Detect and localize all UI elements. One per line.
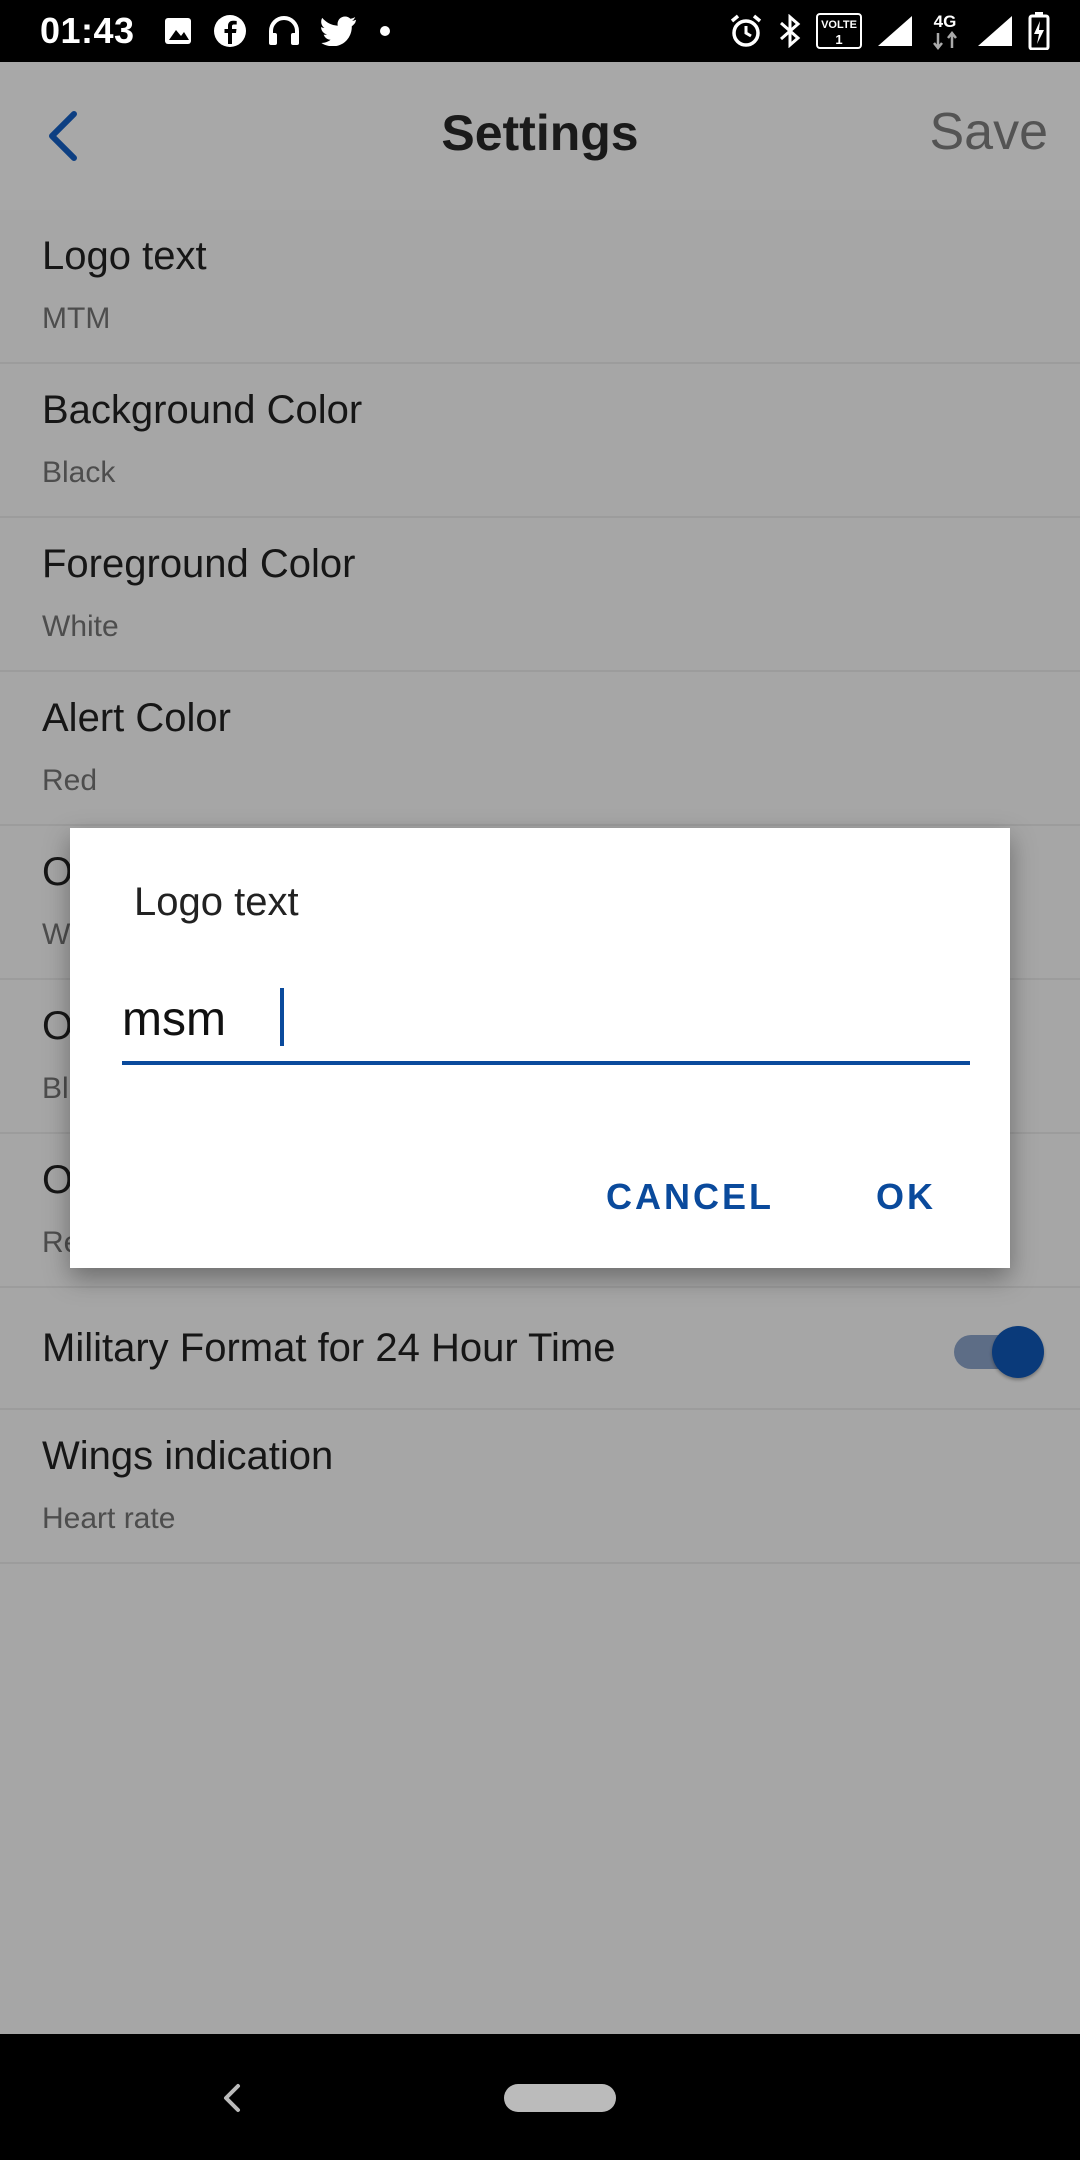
setting-value: White [42, 610, 119, 643]
setting-title: O [42, 1004, 74, 1048]
setting-title: O [42, 1158, 74, 1202]
svg-text:4G: 4G [934, 12, 957, 31]
image-icon [163, 16, 193, 46]
toggle-thumb [992, 1326, 1044, 1378]
dialog-actions: CANCEL OK [606, 1176, 936, 1218]
setting-background-color[interactable]: Background Color Black [0, 364, 1080, 518]
setting-title: Logo text [42, 234, 207, 278]
setting-title: Military Format for 24 Hour Time [42, 1326, 616, 1370]
dialog-title: Logo text [134, 880, 299, 924]
military-format-toggle[interactable] [954, 1326, 1044, 1378]
setting-title: Alert Color [42, 696, 231, 740]
system-icons: VOLTE 1 4G [728, 0, 1050, 62]
notification-icons [163, 14, 391, 48]
setting-title: Wings indication [42, 1434, 334, 1478]
setting-value: Black [42, 456, 116, 489]
dialog-input-field[interactable] [122, 984, 970, 1076]
bluetooth-icon [778, 14, 802, 48]
cancel-button[interactable]: CANCEL [606, 1176, 774, 1218]
setting-title: Background Color [42, 388, 363, 432]
nav-home-button[interactable] [504, 2084, 616, 2112]
setting-military-format[interactable]: Military Format for 24 Hour Time [0, 1288, 1080, 1410]
alarm-icon [728, 13, 764, 49]
input-underline [122, 1061, 970, 1065]
setting-value: Heart rate [42, 1502, 176, 1535]
save-button[interactable]: Save [929, 102, 1048, 162]
signal-icon [876, 14, 914, 48]
setting-foreground-color[interactable]: Foreground Color White [0, 518, 1080, 672]
nav-back-button[interactable] [218, 2080, 248, 2116]
status-time: 01:43 [40, 10, 135, 51]
facebook-icon [213, 14, 247, 48]
status-bar: 01:43 VOLTE 1 4G [0, 0, 1080, 62]
page-title: Settings [441, 105, 639, 161]
4g-icon: 4G [928, 11, 962, 51]
volte-icon: VOLTE 1 [816, 13, 862, 49]
text-cursor [280, 988, 284, 1046]
app-bar: Settings Save [0, 62, 1080, 210]
setting-value: Bl [42, 1072, 69, 1105]
logo-text-dialog: Logo text CANCEL OK [70, 828, 1010, 1268]
twitter-icon [320, 16, 359, 46]
setting-wings-indication[interactable]: Wings indication Heart rate [0, 1410, 1080, 1564]
svg-text:1: 1 [835, 32, 842, 47]
ok-button[interactable]: OK [876, 1176, 936, 1218]
logo-text-input[interactable] [122, 984, 970, 1054]
navigation-bar [0, 2034, 1080, 2160]
setting-value: MTM [42, 302, 111, 335]
setting-value: W [42, 918, 71, 951]
back-arrow-icon [224, 2084, 240, 2112]
setting-alert-color[interactable]: Alert Color Red [0, 672, 1080, 826]
headphones-icon [267, 15, 301, 47]
dot-icon [379, 25, 391, 37]
setting-logo-text[interactable]: Logo text MTM [0, 210, 1080, 364]
setting-title: O [42, 850, 74, 894]
signal-icon [976, 14, 1014, 48]
svg-text:VOLTE: VOLTE [821, 19, 857, 31]
setting-value: Red [42, 764, 98, 797]
battery-charging-icon [1028, 12, 1050, 50]
setting-title: Foreground Color [42, 542, 356, 586]
